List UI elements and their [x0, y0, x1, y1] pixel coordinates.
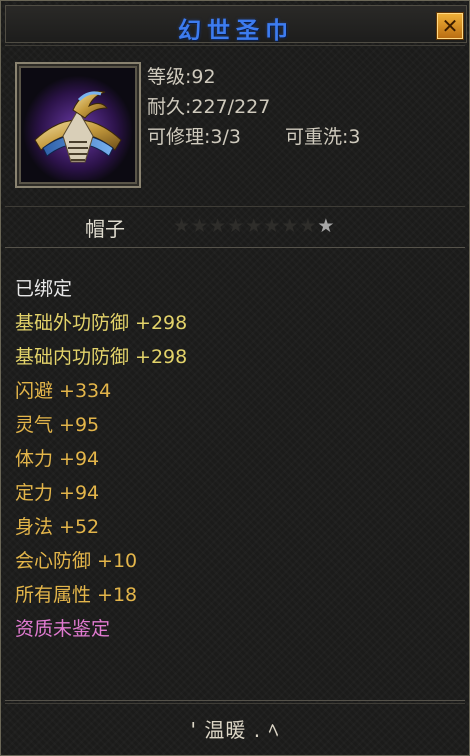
star-icon: ★ — [317, 215, 336, 237]
signature-bar: ' 温暖 . ﾍ — [5, 703, 465, 750]
attributes-list: 已绑定基础外功防御 +298 基础内功防御 +298 闪避 +334 灵气 +95 体力… — [15, 272, 187, 646]
attribute-line: 身法 +52 — [15, 516, 100, 538]
star-rating: ★★★★★★★★★ — [173, 215, 335, 237]
star-icon: ★ — [173, 215, 192, 237]
star-icon: ★ — [263, 215, 282, 237]
attribute-line: 基础内功防御 +298 — [15, 346, 188, 368]
crafter-signature: ' 温暖 . ﾍ — [190, 718, 280, 742]
attribute-line: 会心防御 +10 — [15, 550, 138, 572]
item-stats: 等级:92 耐久:227/227 可修理:3/3 可重洗:3 — [147, 62, 360, 152]
attribute-line: 基础外功防御 +298 — [15, 312, 188, 334]
attribute-line: 体力 +94 — [15, 448, 100, 470]
level-text: 等级:92 — [147, 66, 216, 88]
attributes-panel: 已绑定基础外功防御 +298 基础内功防御 +298 闪避 +334 灵气 +95 体力… — [5, 247, 465, 701]
star-icon: ★ — [227, 215, 246, 237]
item-name-title: 幻世圣巾 — [178, 18, 294, 44]
attribute-line: 定力 +94 — [15, 482, 100, 504]
star-icon: ★ — [245, 215, 264, 237]
item-type-label: 帽子 — [85, 217, 125, 241]
star-icon: ★ — [281, 215, 300, 237]
close-icon: ✕ — [441, 14, 459, 38]
attribute-line: 所有属性 +18 — [15, 584, 138, 606]
star-icon: ★ — [299, 215, 318, 237]
item-icon-slot[interactable] — [15, 62, 141, 188]
rewashable-text: 可重洗:3 — [284, 126, 361, 148]
hat-icon — [23, 70, 133, 180]
star-icon: ★ — [191, 215, 210, 237]
repairable-text: 可修理:3/3 — [147, 126, 241, 148]
star-icon: ★ — [209, 215, 228, 237]
attribute-line: 灵气 +95 — [15, 414, 100, 436]
attribute-line: 闪避 +334 — [15, 380, 112, 402]
item-tooltip-window: 幻世圣巾 ✕ 等级:92 耐久:227/227 可修理:3/3 可重洗:3 帽子… — [0, 0, 470, 756]
item-header-panel: 等级:92 耐久:227/227 可修理:3/3 可重洗:3 — [5, 45, 465, 207]
durability-text: 耐久:227/227 — [147, 96, 271, 118]
item-type-bar: 帽子 ★★★★★★★★★ — [5, 211, 465, 245]
attribute-line: 已绑定 — [15, 278, 73, 300]
attribute-line: 资质未鉴定 — [15, 618, 111, 640]
close-button[interactable]: ✕ — [436, 12, 464, 40]
title-bar[interactable]: 幻世圣巾 ✕ — [5, 5, 467, 44]
